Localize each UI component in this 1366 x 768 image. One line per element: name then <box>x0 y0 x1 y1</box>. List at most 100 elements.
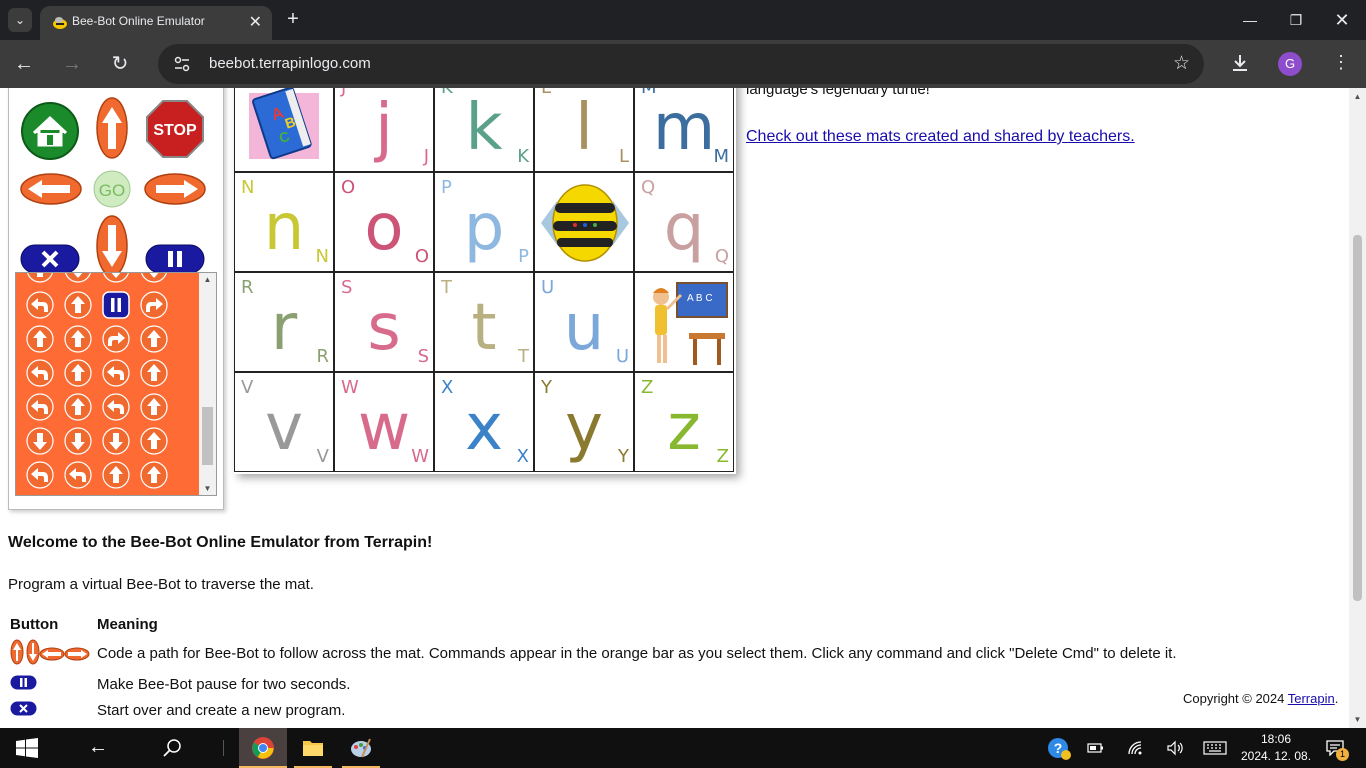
page-scroll-thumb[interactable] <box>1353 235 1362 601</box>
left-command-icon[interactable] <box>102 393 130 421</box>
back-button[interactable]: ← <box>12 52 36 76</box>
back-arrow-icon[interactable]: ← <box>88 736 108 768</box>
up-command-icon[interactable] <box>140 393 168 421</box>
partial-command-icon[interactable] <box>102 273 130 283</box>
down-command-icon[interactable] <box>26 427 54 455</box>
url-text: beebot.terrapinlogo.com <box>209 55 371 72</box>
stop-button[interactable]: STOP <box>145 99 205 159</box>
mat-cell-lower-right-letter: W <box>411 446 429 467</box>
pause-button[interactable] <box>145 244 205 274</box>
up-command-icon[interactable] <box>64 325 92 353</box>
restore-button[interactable]: ❐ <box>1284 8 1308 32</box>
windows-taskbar: ← ? 18:06 2024. 12. 08. 1 <box>0 728 1366 768</box>
scroll-down-icon[interactable]: ▼ <box>199 484 216 493</box>
scroll-down-icon[interactable]: ▼ <box>1349 715 1366 724</box>
partial-command-icon[interactable] <box>140 273 168 283</box>
left-command-icon[interactable] <box>26 393 54 421</box>
command-list-scroll-thumb[interactable] <box>202 407 213 465</box>
system-clock[interactable]: 18:06 2024. 12. 08. <box>1236 731 1316 765</box>
left-command-icon[interactable] <box>64 461 92 489</box>
paint-taskbar-button[interactable] <box>338 728 384 768</box>
network-icon[interactable] <box>1127 740 1145 756</box>
chevron-down-icon: ⌄ <box>14 13 26 27</box>
tab-search-button[interactable]: ⌄ <box>8 8 32 32</box>
scroll-up-icon[interactable]: ▲ <box>199 275 216 284</box>
mat-cell-letter: j <box>375 91 393 165</box>
search-icon[interactable] <box>162 738 182 758</box>
left-button[interactable] <box>20 173 82 205</box>
left-command-icon[interactable] <box>102 359 130 387</box>
battery-icon[interactable] <box>1087 741 1105 755</box>
keyboard-icon[interactable] <box>1203 741 1227 755</box>
new-tab-button[interactable]: + <box>282 8 304 30</box>
command-list-scrollbar[interactable]: ▲ ▼ <box>199 273 216 495</box>
left-command-icon[interactable] <box>26 291 54 319</box>
volume-icon[interactable] <box>1166 740 1184 756</box>
right-command-icon[interactable] <box>140 291 168 319</box>
download-icon[interactable] <box>1228 51 1252 75</box>
chrome-icon <box>252 737 274 759</box>
abc-book-icon: ABC <box>235 88 333 171</box>
up-command-icon[interactable] <box>102 461 130 489</box>
minimize-button[interactable]: — <box>1238 8 1262 32</box>
partial-command-icon[interactable] <box>64 273 92 283</box>
page-scrollbar[interactable]: ▲ ▼ <box>1349 88 1366 728</box>
mat-cell-l: LlL <box>534 88 634 172</box>
go-button[interactable]: GO <box>93 170 131 208</box>
mat-cell-lower-right-letter: Z <box>716 446 729 467</box>
up-command-icon[interactable] <box>64 393 92 421</box>
right-button[interactable] <box>144 173 206 205</box>
scroll-up-icon[interactable]: ▲ <box>1349 92 1366 101</box>
left-command-icon[interactable] <box>26 461 54 489</box>
up-command-icon[interactable] <box>26 325 54 353</box>
clear-button[interactable] <box>20 244 80 274</box>
left-command-icon[interactable] <box>26 359 54 387</box>
forward-button-bb[interactable] <box>96 97 128 159</box>
tab-close-icon[interactable]: ✕ <box>249 12 262 32</box>
folder-icon <box>303 741 323 756</box>
mat-cell-r: RrR <box>234 272 334 372</box>
up-command-icon[interactable] <box>140 427 168 455</box>
right-command-icon[interactable] <box>102 325 130 353</box>
up-command-icon[interactable] <box>64 291 92 319</box>
browser-tab[interactable]: Bee-Bot Online Emulator ✕ <box>40 6 272 40</box>
mat-cell-z: ZzZ <box>634 372 734 472</box>
profile-avatar[interactable]: G <box>1278 52 1302 76</box>
up-command-icon[interactable] <box>140 461 168 489</box>
bee-bot-icon <box>535 173 633 271</box>
address-bar[interactable]: beebot.terrapinlogo.com ☆ <box>158 44 1204 84</box>
browser-menu-icon[interactable]: ⋮ <box>1332 52 1350 73</box>
chrome-taskbar-button[interactable] <box>239 728 287 768</box>
backward-button[interactable] <box>96 215 128 277</box>
help-icon[interactable]: ? <box>1047 737 1073 761</box>
up-command-icon[interactable] <box>64 359 92 387</box>
down-command-icon[interactable] <box>102 427 130 455</box>
home-button[interactable] <box>20 101 80 161</box>
close-window-button[interactable]: ✕ <box>1330 8 1354 32</box>
site-info-icon[interactable] <box>172 54 192 74</box>
mat-cell-lower-right-letter: S <box>417 346 429 367</box>
teacher-mats-link[interactable]: Check out these mats created and shared … <box>746 128 1135 146</box>
svg-text:A B C: A B C <box>687 293 713 304</box>
mat-cell-j: JjJ <box>334 88 434 172</box>
mat-cell-abc-book: ABC <box>234 88 334 172</box>
forward-button[interactable]: → <box>60 52 84 76</box>
up-command-icon[interactable] <box>140 359 168 387</box>
notification-center[interactable]: 1 <box>1324 728 1349 768</box>
mat-cell-lower-right-letter: L <box>618 146 629 167</box>
reload-button[interactable]: ↻ <box>108 52 132 76</box>
terrapin-link[interactable]: Terrapin <box>1288 691 1335 706</box>
pause-command-icon[interactable] <box>102 291 130 319</box>
partial-command-icon[interactable] <box>26 273 54 283</box>
down-command-icon[interactable] <box>64 427 92 455</box>
bookmark-star-icon[interactable]: ☆ <box>1173 52 1190 75</box>
table-header-meaning: Meaning <box>97 616 158 633</box>
windows-start-icon[interactable] <box>16 738 38 758</box>
mat-cell-lower-right-letter: N <box>315 246 329 267</box>
alphabet-mat: ABCJjJKkKLlLMmMNnNOoOPpPQqQRrRSsSTtTUuUA… <box>234 88 736 474</box>
mat-cell-x: XxX <box>434 372 534 472</box>
file-explorer-taskbar-button[interactable] <box>290 728 336 768</box>
tab-title: Bee-Bot Online Emulator <box>72 14 205 28</box>
up-command-icon[interactable] <box>140 325 168 353</box>
command-list[interactable]: ▲ ▼ <box>15 272 217 496</box>
